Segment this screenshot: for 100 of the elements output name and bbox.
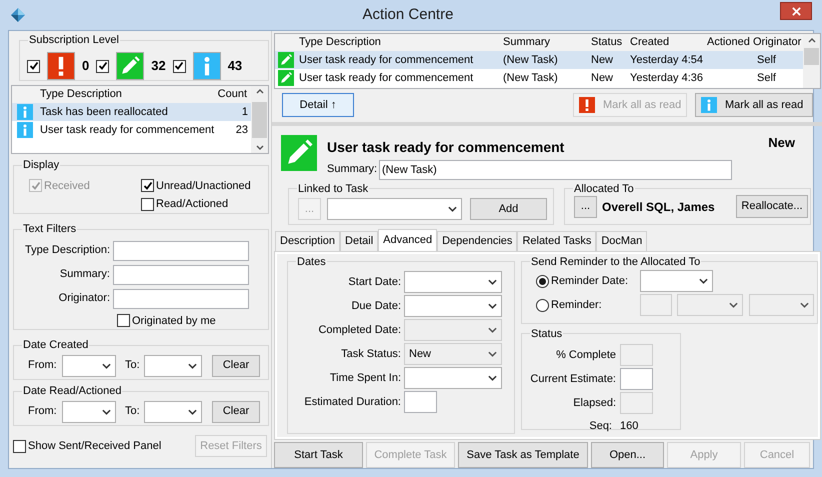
tab[interactable]: Detail — [340, 230, 378, 251]
field-label: To: — [125, 404, 141, 420]
info-icon — [17, 104, 33, 120]
chevron-icon — [488, 375, 497, 382]
button[interactable]: Open... — [591, 442, 664, 468]
group-title: Text Filters — [22, 222, 78, 237]
chevron-icon — [102, 362, 111, 368]
group-title: Status — [530, 326, 564, 342]
dropdown[interactable] — [144, 354, 202, 376]
checkbox[interactable] — [27, 60, 40, 72]
button[interactable]: Reallocate... — [736, 195, 808, 218]
exclamation-icon — [579, 96, 595, 113]
list-row[interactable]: Task has been reallocated 1 — [12, 103, 251, 121]
table-row[interactable]: User task ready for commencement (New Task) New Yesterday 4:54 Self — [275, 51, 803, 69]
pencil-icon — [278, 70, 294, 86]
window-title: Action Centre — [362, 4, 454, 25]
column-header: Type Description — [40, 87, 123, 102]
table-row[interactable]: User task ready for commencement (New Task) New Yesterday 4:36 Self — [275, 69, 803, 87]
field-label: Estimated Duration: — [303, 394, 402, 410]
field-label: Seq: — [588, 419, 613, 434]
input-field[interactable] — [620, 368, 653, 390]
info-icon — [17, 122, 33, 138]
field-label: Elapsed: — [572, 396, 617, 411]
checkbox[interactable]: Originated by me — [117, 312, 268, 329]
checkmark-icon — [98, 61, 108, 71]
field-label: Due Date: — [350, 298, 402, 314]
checkmark-icon — [30, 180, 40, 191]
button[interactable]: Clear — [212, 400, 260, 422]
scrollbar-thumb[interactable] — [252, 102, 267, 138]
field-label: Start Date: — [347, 274, 402, 290]
field-label: Completed Date: — [317, 322, 402, 338]
group-title: Date Created — [22, 338, 90, 353]
field-label: Current Estimate: — [529, 372, 617, 387]
count: 23 — [236, 122, 249, 138]
scrollbar[interactable] — [803, 34, 820, 88]
radio-button[interactable]: Reminder: — [536, 296, 640, 314]
column-header: Originator — [753, 35, 802, 50]
assignee-name: Overell SQL, James — [602, 198, 716, 216]
summary-field[interactable]: (New Task) — [379, 160, 732, 180]
input-field[interactable] — [404, 391, 437, 414]
group-title: Linked to Task — [297, 182, 370, 197]
type-description: User task ready for commencement — [299, 70, 474, 86]
detail-button[interactable]: Detail ↑ — [282, 92, 354, 117]
dropdown[interactable] — [62, 400, 116, 422]
sequence-number: 160 — [620, 419, 638, 434]
dropdown[interactable] — [327, 198, 462, 220]
count: 43 — [228, 57, 242, 76]
group-title: Send Reminder to the Allocated To — [530, 254, 702, 270]
input-field[interactable] — [113, 264, 249, 284]
input-field[interactable] — [113, 288, 249, 308]
tab[interactable]: Advanced — [378, 228, 438, 251]
dropdown[interactable] — [404, 271, 502, 294]
checkbox[interactable] — [96, 60, 110, 72]
column-header: Summary — [503, 35, 552, 50]
chevron-icon — [488, 303, 497, 310]
field-label: To: — [125, 358, 141, 374]
button[interactable]: Clear — [212, 354, 260, 376]
dropdown[interactable] — [640, 270, 713, 292]
tab[interactable]: DocMan — [596, 230, 648, 251]
tab[interactable]: Description — [275, 230, 340, 251]
task-status: New — [768, 134, 795, 152]
button[interactable]: Add — [470, 198, 547, 220]
dropdown[interactable] — [144, 400, 202, 422]
tab[interactable]: Related Tasks — [517, 230, 596, 251]
input-field[interactable] — [113, 240, 249, 260]
dropdown[interactable] — [749, 294, 814, 316]
summary: (New Task) — [503, 70, 559, 86]
tab[interactable]: Dependencies — [437, 230, 518, 251]
list-row[interactable]: User task ready for commencement 23 — [12, 121, 251, 139]
dropdown[interactable] — [677, 294, 743, 316]
close-button[interactable] — [780, 2, 812, 20]
field-label: Time Spent In: — [328, 370, 402, 386]
dropdown[interactable] — [62, 354, 116, 376]
dropdown[interactable] — [404, 295, 502, 318]
scrollbar-thumb[interactable] — [804, 48, 819, 65]
column-header: Actioned — [707, 35, 751, 50]
checkbox[interactable] — [172, 60, 186, 72]
input-field[interactable] — [640, 294, 672, 316]
chevron-icon — [188, 408, 197, 414]
scrollbar[interactable] — [251, 86, 268, 153]
app-icon — [10, 7, 26, 23]
checkbox[interactable]: Read/Actioned — [141, 196, 268, 212]
chevron-icon — [488, 279, 497, 286]
pencil-icon — [116, 52, 144, 80]
checkbox[interactable]: Show Sent/Received Panel — [13, 438, 162, 454]
button[interactable]: ... — [574, 196, 597, 218]
column-header: Created — [630, 35, 670, 50]
info-icon — [192, 52, 221, 80]
checkbox[interactable]: Unread/Unactioned — [141, 178, 268, 194]
chevron-icon — [188, 362, 197, 368]
field-label: Originator: — [58, 291, 111, 306]
mark-read-button[interactable]: Mark all as read — [695, 92, 813, 117]
checkmark-icon — [174, 61, 184, 71]
originator: Self — [756, 70, 777, 86]
dropdown[interactable] — [404, 367, 502, 390]
field-label: From: — [28, 404, 58, 420]
radio-button[interactable]: Reminder Date: — [536, 272, 640, 290]
column-header: Count — [218, 87, 248, 102]
button[interactable]: Save Task as Template — [458, 442, 588, 468]
button[interactable]: Start Task — [274, 442, 363, 468]
